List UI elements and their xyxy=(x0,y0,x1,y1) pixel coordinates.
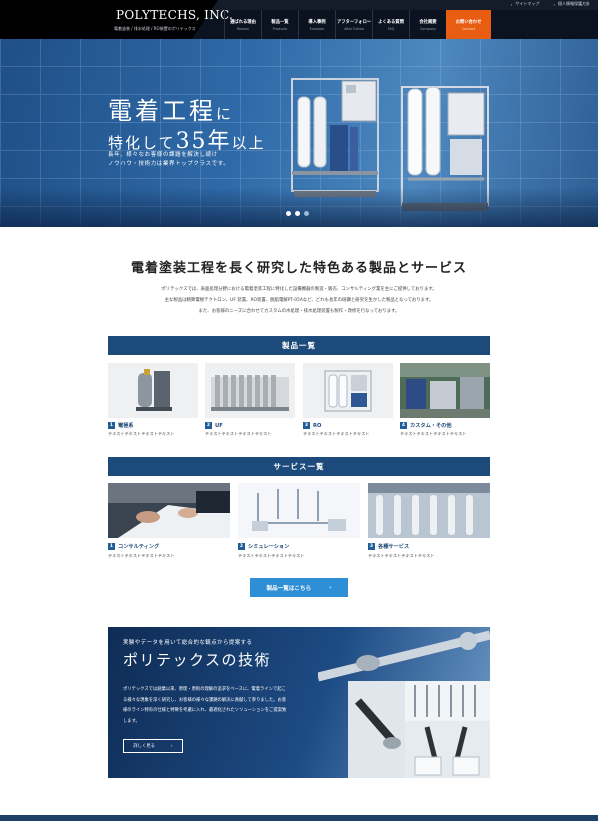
slider-dot-3[interactable] xyxy=(304,211,309,216)
utility-link-privacy[interactable]: › 個人情報保護方針 xyxy=(553,1,590,7)
intro-heading: 電着塗装工程を長く研究した特色ある製品とサービス xyxy=(130,261,467,276)
technology-section: 実験やデータを用いて総合的な観点から提案する ポリテックスの技術 ポリテックスで… xyxy=(108,627,490,778)
tech-more-button[interactable]: 詳しく見る › xyxy=(123,739,183,753)
slider-pagination xyxy=(286,211,309,216)
product-image xyxy=(108,363,198,418)
product-list-button[interactable]: 製品一覧はこちら › xyxy=(250,578,348,597)
tech-photo-nozzle xyxy=(348,681,405,778)
nav-item-faq[interactable]: よくある質問 FAQ xyxy=(372,10,409,39)
service-label: シミュレーション xyxy=(248,544,290,550)
ro-unit-image xyxy=(291,78,379,197)
nav-item-example[interactable]: 導入事例 Example xyxy=(298,10,335,39)
nav-item-after-follow[interactable]: アフターフォロー After Follow xyxy=(335,10,372,39)
service-text: テキストテキストテキストテキスト xyxy=(108,553,175,558)
product-image xyxy=(205,363,295,418)
product-label: RO xyxy=(313,422,322,429)
product-text: テキストテキストテキストテキスト xyxy=(303,431,370,436)
product-label: カスタム・その他 xyxy=(410,423,452,429)
service-image xyxy=(238,483,360,538)
chevron-right-icon: › xyxy=(553,1,555,7)
nav-item-company[interactable]: 会社概要 Company xyxy=(409,10,446,39)
chevron-right-icon: › xyxy=(170,743,173,749)
chevron-right-icon: › xyxy=(329,584,332,591)
product-label: 電極系 xyxy=(118,423,134,429)
product-image xyxy=(303,363,393,418)
intro-text: ポリテックスでは、表面処理分野における電着塗装工程に特化した設備機器の製造・販売… xyxy=(161,287,437,314)
product-image xyxy=(400,363,490,418)
product-card-custom[interactable]: 4 カスタム・その他 テキストテキストテキストテキスト xyxy=(400,363,490,437)
number-badge: 3 xyxy=(368,543,375,550)
number-badge: 2 xyxy=(238,543,245,550)
service-label: 各種サービス xyxy=(378,544,410,550)
tech-photo-rack xyxy=(405,681,490,721)
product-card-electrode[interactable]: 1 電極系 テキストテキストテキストテキスト xyxy=(108,363,198,437)
service-image xyxy=(368,483,490,538)
tech-title: ポリテックスの技術 xyxy=(123,651,272,669)
nav-item-reason[interactable]: 選ばれる理由 Reason xyxy=(224,10,261,39)
utility-link-sitemap[interactable]: › サイトマップ xyxy=(511,1,540,7)
logo-tagline: 電着塗装 / 排水処理 / RO装置のポリテックス xyxy=(114,26,196,31)
tech-body: ポリテックスでは創業以来、原理・原則の理解の追求をベースに、電着ラインで起こる様… xyxy=(123,687,287,724)
product-text: テキストテキストテキストテキスト xyxy=(108,431,175,436)
nav-contact-button[interactable]: お問い合わせ Contact xyxy=(446,10,491,39)
slider-dot-1[interactable] xyxy=(286,211,291,216)
service-image xyxy=(108,483,230,538)
chevron-right-icon: › xyxy=(510,1,513,7)
service-text: テキストテキストテキストテキスト xyxy=(368,553,435,558)
number-badge: 4 xyxy=(400,422,407,429)
number-badge: 1 xyxy=(108,543,115,550)
tech-kicker: 実験やデータを用いて総合的な観点から提案する xyxy=(123,640,253,646)
product-card-uf[interactable]: 2 UF テキストテキストテキストテキスト xyxy=(205,363,295,437)
number-badge: 3 xyxy=(303,422,310,429)
service-text: テキストテキストテキストテキスト xyxy=(238,553,305,558)
hero-headline: 電着工程に xyxy=(108,97,235,125)
nav-item-products[interactable]: 製品一覧 Products xyxy=(261,10,298,39)
global-nav: 選ばれる理由 Reason 製品一覧 Products 導入事例 Example… xyxy=(224,10,446,39)
hero-slider: 電着工程に 特化して35年以上 長年、様々なお客様の課題を解決し続け ノウハウ・… xyxy=(0,39,598,227)
footer-bar xyxy=(0,815,598,821)
slider-dot-2[interactable] xyxy=(295,211,300,216)
products-heading: 製品一覧 xyxy=(108,336,490,355)
site-logo[interactable]: POLYTECHS, INC. xyxy=(116,8,233,22)
hero-floor-shade xyxy=(0,187,598,227)
product-label: UF xyxy=(215,422,223,429)
services-heading: サービス一覧 xyxy=(108,457,490,476)
service-label: コンサルティング xyxy=(118,544,160,550)
hero-description: 長年、様々なお客様の課題を解決し続け ノウハウ・技術力は業界トップクラスです。 xyxy=(108,152,230,167)
number-badge: 2 xyxy=(205,422,212,429)
utility-links: › サイトマップ › 個人情報保護方針 xyxy=(511,1,590,7)
product-text: テキストテキストテキストテキスト xyxy=(205,431,272,436)
number-badge: 1 xyxy=(108,422,115,429)
product-text: テキストテキストテキストテキスト xyxy=(400,431,467,436)
product-card-ro[interactable]: 3 RO テキストテキストテキストテキスト xyxy=(303,363,393,437)
service-card-simulation[interactable]: 2 シミュレーション テキストテキストテキストテキスト xyxy=(238,483,360,559)
service-card-consulting[interactable]: 1 コンサルティング テキストテキストテキストテキスト xyxy=(108,483,230,559)
service-card-various[interactable]: 3 各種サービス テキストテキストテキストテキスト xyxy=(368,483,490,559)
tech-photo-electrodes xyxy=(405,721,490,778)
pipe-equipment-image xyxy=(318,630,490,682)
